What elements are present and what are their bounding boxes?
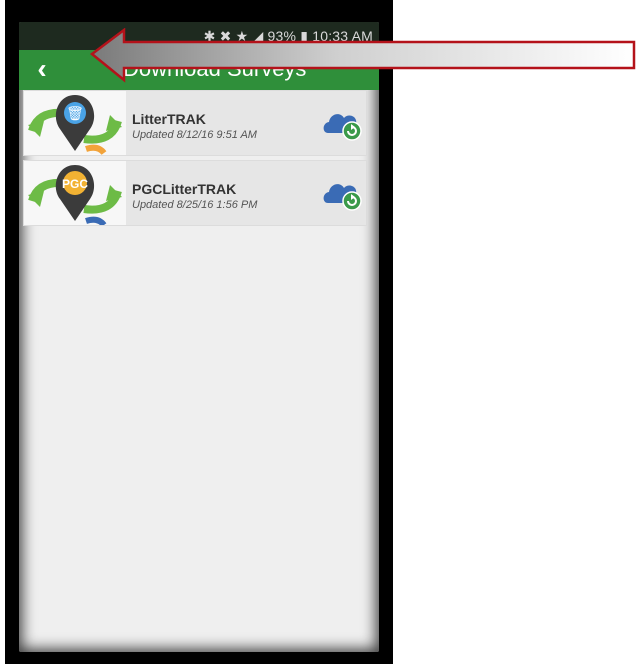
back-chevron-icon: ‹ — [37, 53, 47, 84]
svg-text:PGC: PGC — [62, 177, 88, 191]
survey-name: PGCLitterTRAK — [132, 181, 237, 197]
survey-item-littertrak[interactable]: 🗑 LitterTRAK Updated 8/12/16 9:51 AM — [23, 90, 367, 156]
survey-thumbnail: 🗑 — [24, 91, 126, 155]
litter-location-icon: 🗑 — [24, 91, 126, 155]
phone-frame: ✱ ✖ ★ ◢ 93% ▮ 10:33 AM ‹ Download Survey… — [5, 0, 393, 664]
survey-list: 🗑 LitterTRAK Updated 8/12/16 9:51 AM PGC… — [23, 90, 367, 230]
survey-item-pgclittertrak[interactable]: PGC PGCLitterTRAK Updated 8/25/16 1:56 P… — [23, 160, 367, 226]
survey-updated-date: Updated 8/12/16 9:51 AM — [132, 129, 257, 141]
cloud-refresh-download-icon[interactable] — [320, 105, 364, 141]
phone-screen: ✱ ✖ ★ ◢ 93% ▮ 10:33 AM ‹ Download Survey… — [19, 22, 379, 652]
survey-thumbnail: PGC — [24, 161, 126, 225]
annotation-arrow-icon — [89, 28, 636, 83]
pgc-location-icon: PGC — [24, 161, 126, 225]
survey-updated-date: Updated 8/25/16 1:56 PM — [132, 199, 258, 211]
survey-name: LitterTRAK — [132, 111, 206, 127]
svg-text:🗑: 🗑 — [66, 106, 84, 122]
cloud-refresh-download-icon[interactable] — [320, 175, 364, 211]
back-button[interactable]: ‹ — [25, 54, 59, 86]
